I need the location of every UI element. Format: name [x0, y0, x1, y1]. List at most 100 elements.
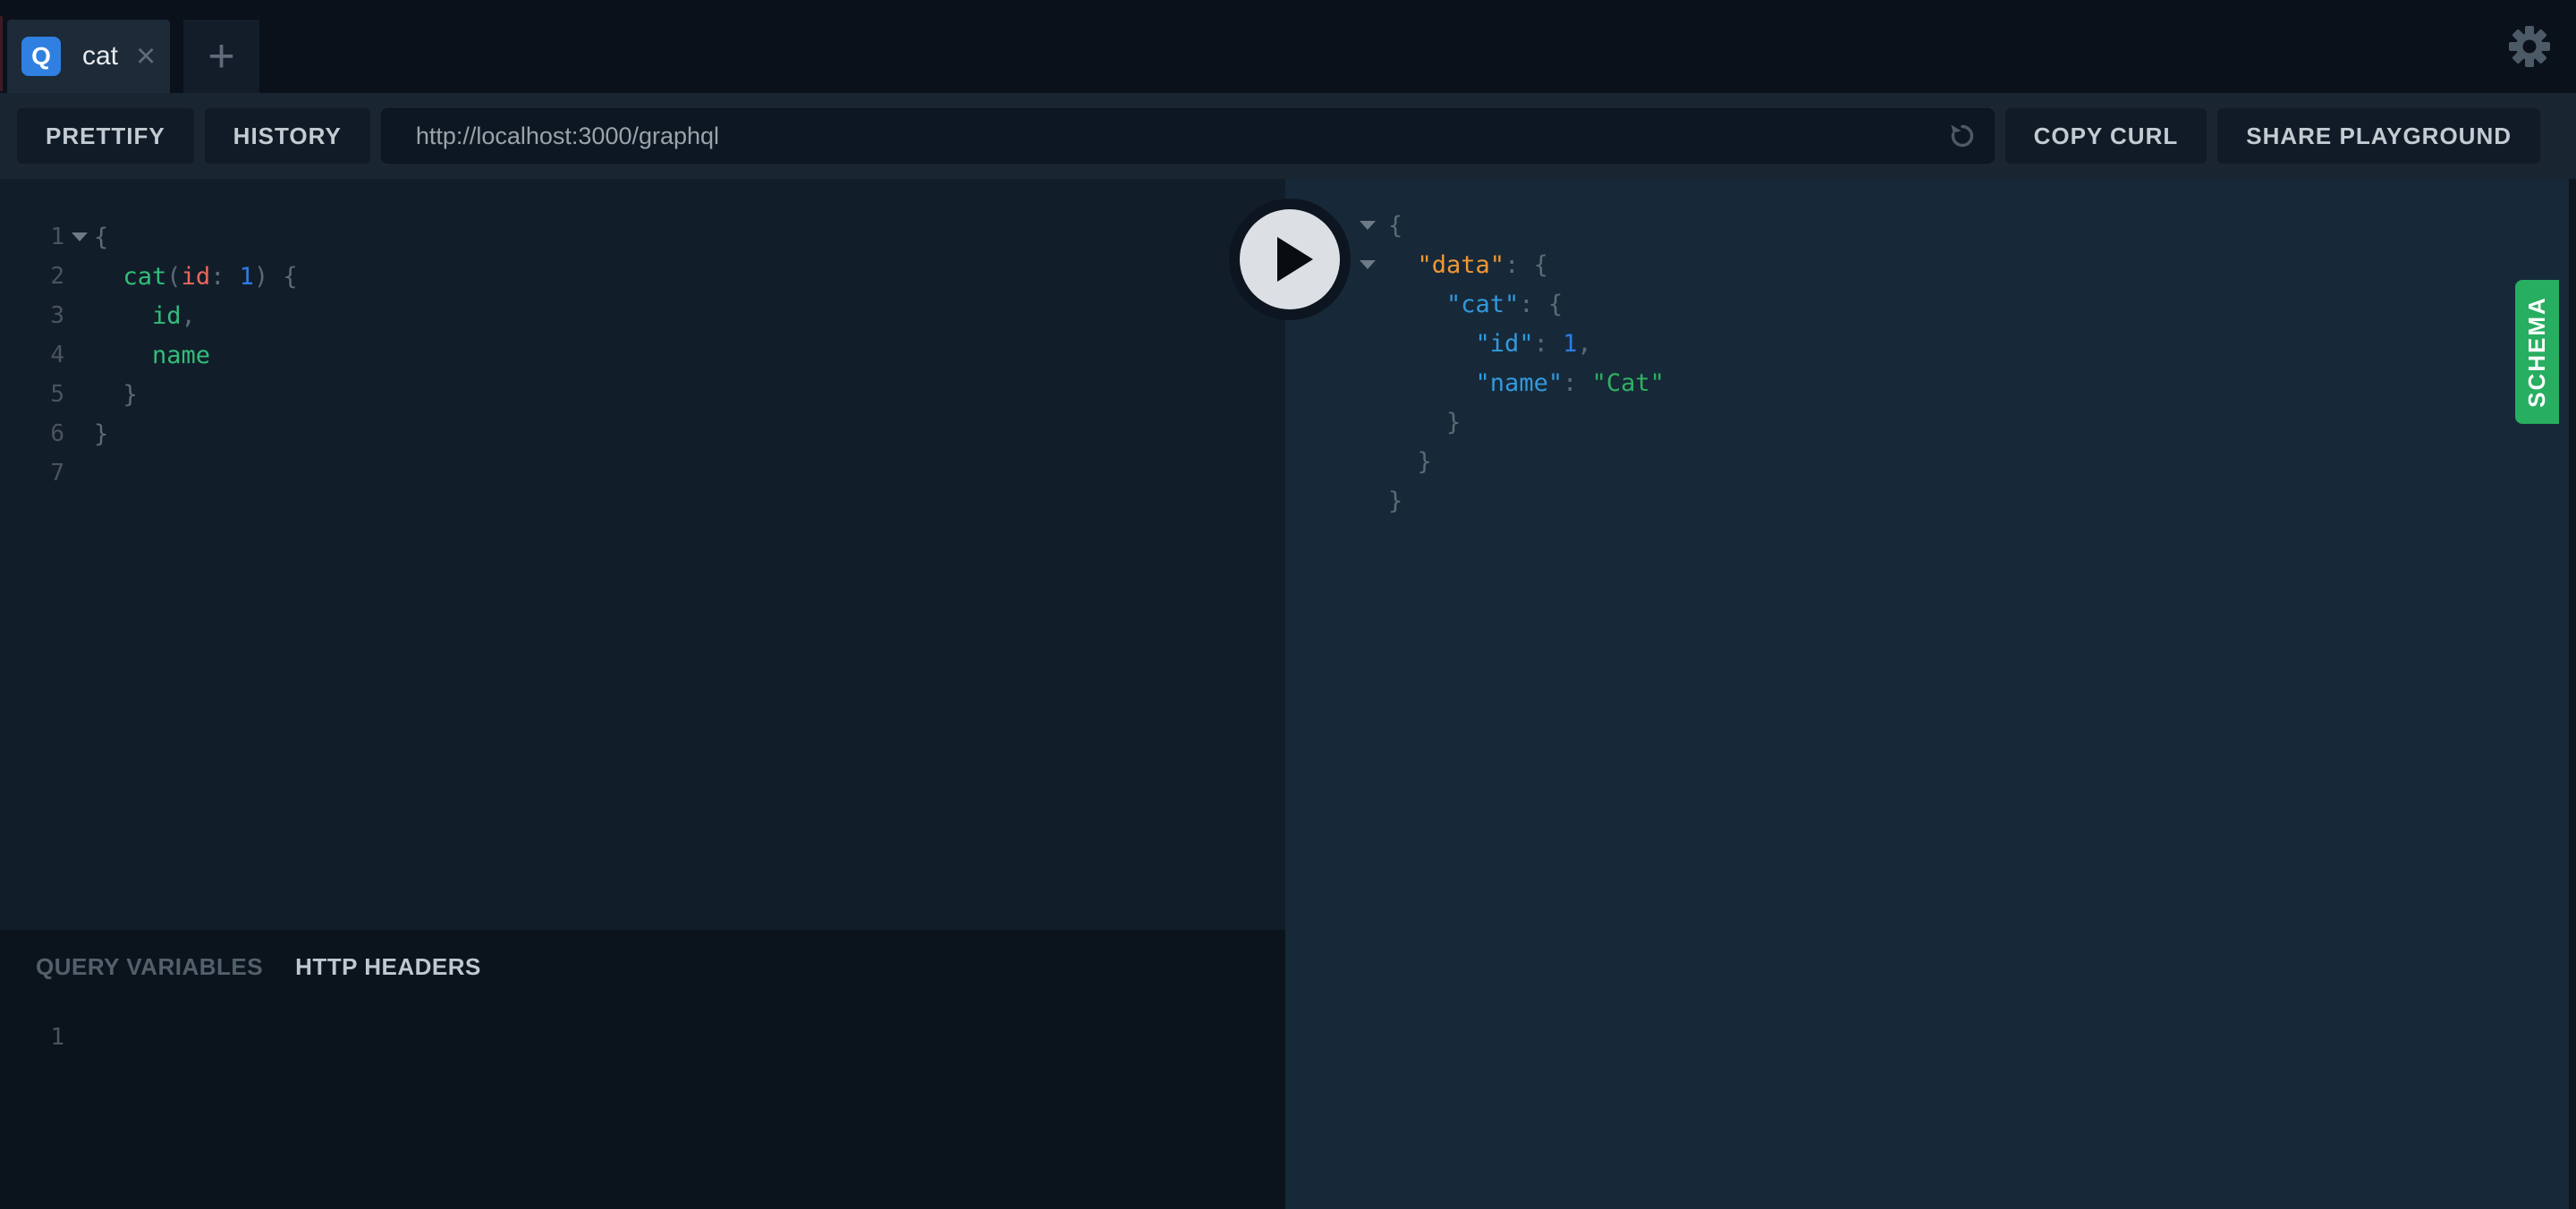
tab-label: cat [82, 41, 119, 71]
code-line: } [1285, 442, 2576, 481]
code-text: { [1388, 212, 1402, 240]
code-token: } [94, 380, 138, 409]
code-line: "name": "Cat" [1285, 363, 2576, 402]
code-text: "cat": { [1388, 291, 1563, 318]
code-text: } [1388, 448, 1432, 476]
code-token: : [1504, 250, 1520, 279]
code-token: } [1388, 486, 1403, 515]
code-line: 4 name [0, 335, 1285, 375]
code-text: } [94, 420, 108, 448]
code-token: 1 [1563, 329, 1578, 358]
play-icon [1277, 237, 1313, 282]
code-line: "data": { [1285, 245, 2576, 284]
code-text: id, [94, 302, 196, 330]
code-token: "id" [1475, 329, 1534, 358]
code-token: "name" [1475, 368, 1563, 397]
line-number: 2 [50, 263, 64, 290]
code-line: } [1285, 402, 2576, 442]
toolbar: PRETTIFY HISTORY COPY CURL SHARE PLAYGRO… [0, 93, 2576, 179]
code-text: cat(id: 1) { [94, 263, 298, 291]
code-token: { [94, 223, 109, 251]
code-line: 6} [0, 414, 1285, 453]
schema-sidebar-tab[interactable]: SCHEMA [2515, 280, 2559, 424]
code-line: 1{ [0, 217, 1285, 257]
tab-query-variables[interactable]: QUERY VARIABLES [36, 953, 263, 981]
code-token: { [1547, 290, 1563, 318]
code-token: 1 [239, 262, 254, 291]
code-line: 7 [0, 453, 1285, 493]
code-line: "id": 1, [1285, 324, 2576, 363]
code-line: 2 cat(id: 1) { [0, 257, 1285, 296]
code-token: } [1388, 408, 1462, 436]
code-text: name [94, 342, 210, 369]
code-token: { [1388, 211, 1403, 240]
settings-gear-icon[interactable] [2504, 21, 2555, 72]
code-line: { [1285, 206, 2576, 245]
code-token: cat [123, 262, 167, 291]
line-number: 3 [50, 302, 64, 329]
code-token: , [1577, 329, 1592, 358]
endpoint-url-wrapper [380, 108, 1995, 164]
code-token: : [1519, 290, 1534, 318]
code-text: } [1388, 409, 1461, 436]
code-token: : [1563, 368, 1578, 397]
play-button-circle [1240, 209, 1340, 309]
code-text: "name": "Cat" [1388, 369, 1665, 397]
bottom-panel-tabs: QUERY VARIABLES HTTP HEADERS [0, 930, 1285, 981]
code-token: { [1533, 250, 1548, 279]
query-editor[interactable]: 1{2 cat(id: 1) {3 id, 4 name 5 } 6} 7 [0, 179, 1285, 930]
reload-schema-icon[interactable] [1946, 120, 1979, 152]
prettify-button[interactable]: PRETTIFY [17, 108, 194, 164]
code-token: "data" [1417, 250, 1505, 279]
share-playground-button[interactable]: SHARE PLAYGROUND [2217, 108, 2540, 164]
line-number: 7 [50, 460, 64, 486]
tab-cat[interactable]: Q cat × [7, 20, 170, 93]
fold-arrow-icon[interactable] [1360, 260, 1376, 269]
code-token: id [181, 262, 211, 291]
close-tab-icon[interactable]: × [136, 39, 156, 73]
query-type-badge: Q [21, 37, 61, 76]
code-text: "data": { [1388, 251, 1548, 279]
code-token: } [94, 419, 109, 448]
line-number: 1 [50, 224, 64, 250]
response-viewer[interactable]: { "data": { "cat": { "id": 1, "name": "C… [1285, 179, 2576, 1209]
tab-http-headers[interactable]: HTTP HEADERS [295, 953, 481, 981]
screen-edge-artifact [0, 16, 3, 91]
code-token: ) [253, 262, 269, 291]
new-tab-button[interactable]: + [183, 20, 259, 93]
execute-query-button[interactable] [1229, 199, 1351, 320]
code-text: "id": 1, [1388, 330, 1592, 358]
history-button[interactable]: HISTORY [204, 108, 370, 164]
code-token: , [181, 301, 196, 330]
copy-curl-button[interactable]: COPY CURL [2004, 108, 2207, 164]
code-token: : [210, 262, 225, 291]
line-number: 6 [50, 420, 64, 447]
line-number: 5 [50, 381, 64, 408]
code-token: "cat" [1446, 290, 1520, 318]
endpoint-url-input[interactable] [380, 108, 1995, 164]
code-token: { [283, 262, 298, 291]
line-number: 4 [50, 342, 64, 368]
right-scrollbar-track[interactable] [2569, 179, 2576, 1209]
fold-arrow-icon[interactable] [71, 232, 88, 241]
fold-gutter [64, 232, 94, 241]
code-token: name [152, 341, 211, 369]
code-token: } [1388, 447, 1432, 476]
code-text: } [94, 381, 138, 409]
code-line: 5 } [0, 375, 1285, 414]
fold-arrow-icon[interactable] [1360, 221, 1376, 230]
code-token: ( [166, 262, 182, 291]
tab-bar: Q cat × + [0, 0, 2576, 93]
